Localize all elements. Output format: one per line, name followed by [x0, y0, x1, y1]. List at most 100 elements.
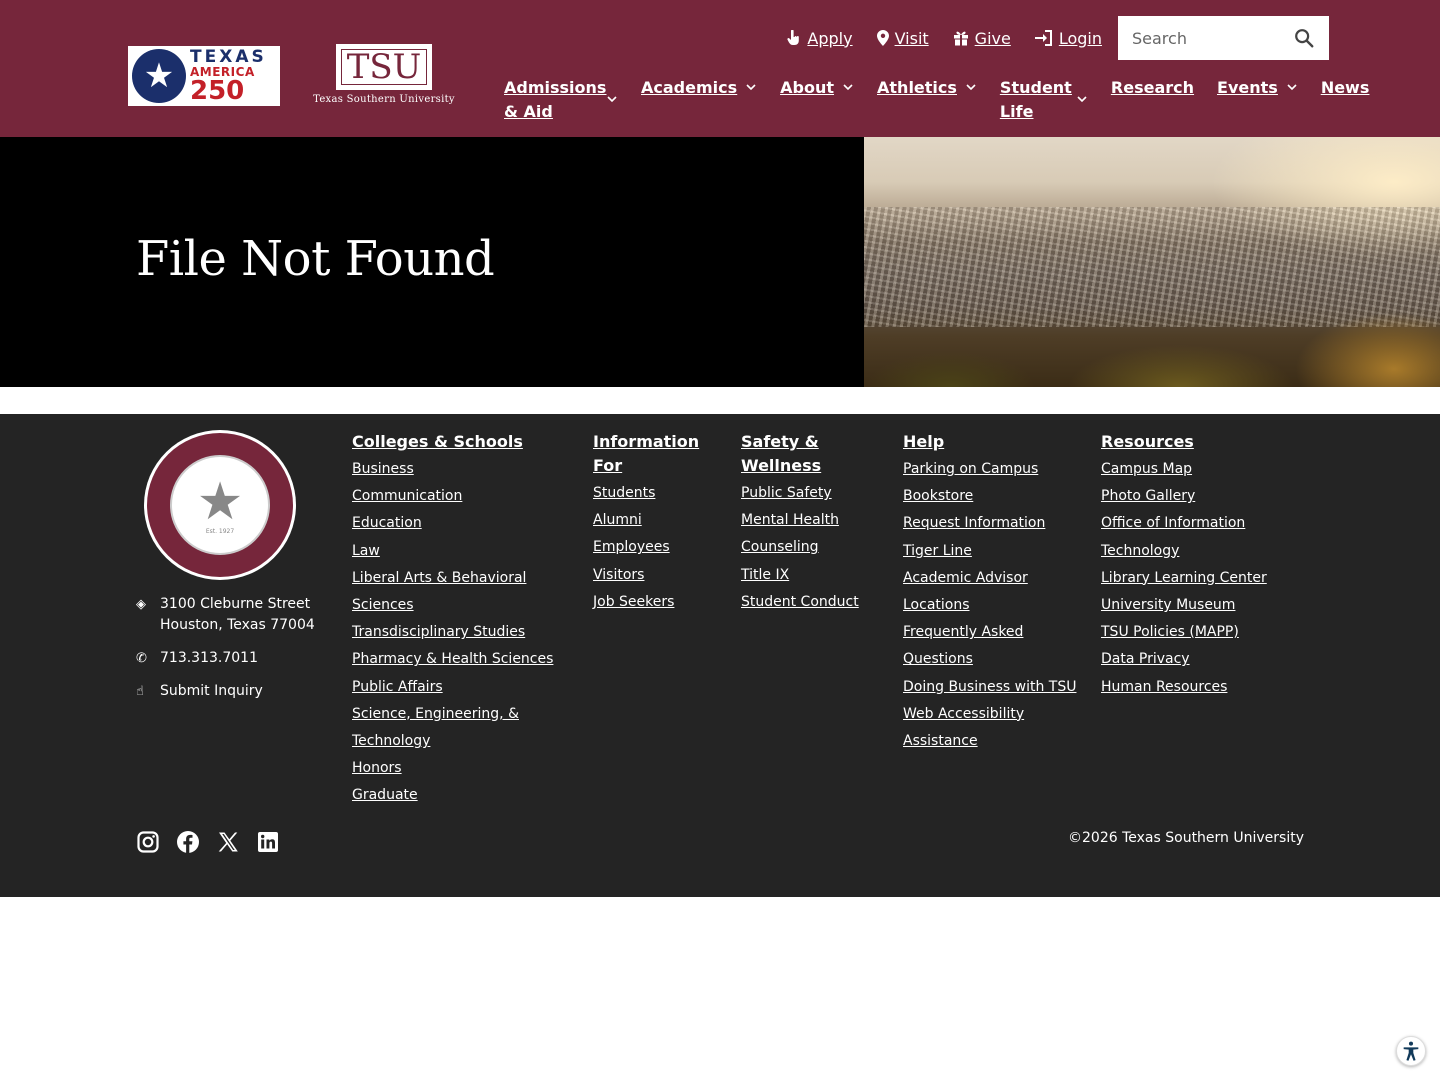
footer-link[interactable]: Pharmacy & Health Sciences [352, 651, 553, 667]
nav-events[interactable]: Events [1217, 76, 1298, 100]
footer-link[interactable]: Job Seekers [593, 594, 674, 610]
login-link[interactable]: Login [1034, 28, 1102, 48]
footer-col-heading[interactable]: Resources [1101, 430, 1291, 454]
footer-link[interactable]: Technology [1101, 543, 1179, 559]
address: ◈ 3100 Cleburne Street Houston, Texas 77… [136, 594, 315, 636]
footer-link[interactable]: Science, Engineering, & [352, 706, 519, 722]
tsu-logo[interactable]: TSU Texas Southern University [296, 44, 472, 108]
visit-label: Visit [894, 28, 929, 48]
footer-link[interactable]: Alumni [593, 512, 642, 528]
search-icon[interactable] [1293, 27, 1315, 49]
footer-link[interactable]: Employees [593, 539, 670, 555]
footer-col-heading[interactable]: Help [903, 430, 1083, 454]
footer-link[interactable]: Technology [352, 733, 430, 749]
nav-academics[interactable]: Academics [641, 76, 757, 100]
nav-about[interactable]: About [780, 76, 854, 100]
visit-link[interactable]: Visit [876, 28, 929, 48]
search-box [1118, 16, 1329, 60]
instagram-icon[interactable] [136, 830, 160, 854]
footer-link[interactable]: Public Affairs [352, 679, 443, 695]
texas-america-250-logo[interactable]: ★ TEXAS AMERICA 250 [128, 46, 280, 106]
nav-label: Events [1217, 78, 1278, 97]
footer-col-resources: Resources Campus Map Photo Gallery Offic… [1101, 430, 1291, 701]
social-links [136, 830, 280, 854]
footer-link[interactable]: Business [352, 461, 414, 477]
footer-link[interactable]: Web Accessibility [903, 706, 1024, 722]
nav-athletics[interactable]: Athletics [877, 76, 977, 100]
nav-admissions-aid[interactable]: Admissions & Aid [504, 76, 618, 124]
search-input[interactable] [1132, 28, 1282, 48]
footer-col-heading[interactable]: Colleges & Schools [352, 430, 582, 454]
footer-link[interactable]: Graduate [352, 787, 418, 803]
footer-link[interactable]: TSU Policies (MAPP) [1101, 624, 1239, 640]
footer-link[interactable]: Locations [903, 597, 970, 613]
footer-link[interactable]: Questions [903, 651, 973, 667]
footer-link[interactable]: Assistance [903, 733, 978, 749]
footer-link[interactable]: Law [352, 543, 380, 559]
chevron-down-icon [746, 84, 756, 91]
nav-research[interactable]: Research [1111, 76, 1194, 100]
give-link[interactable]: Give [953, 29, 1011, 48]
pointer-hand-icon: ☝ [136, 684, 144, 699]
nav-label: News [1320, 78, 1370, 97]
footer-link[interactable]: Mental Health [741, 512, 839, 528]
submit-inquiry[interactable]: ☝ Submit Inquiry [136, 681, 315, 702]
footer-link[interactable]: Bookstore [903, 488, 973, 504]
footer-link[interactable]: Visitors [593, 567, 644, 583]
utility-nav: Apply Visit Give Login [787, 26, 1102, 50]
footer-link[interactable]: Communication [352, 488, 462, 504]
footer-link[interactable]: University Museum [1101, 597, 1235, 613]
login-label: Login [1058, 28, 1102, 48]
footer-link[interactable]: Doing Business with TSU [903, 679, 1076, 695]
footer-col-safety-wellness: Safety & Wellness Public Safety Mental H… [741, 430, 871, 616]
footer-link[interactable]: Data Privacy [1101, 651, 1190, 667]
star-icon: ★ [132, 49, 186, 103]
site-footer: ★ Est. 1927 ◈ 3100 Cleburne Street Houst… [0, 414, 1440, 897]
facebook-icon[interactable] [176, 830, 200, 854]
footer-col-heading[interactable]: Safety & Wellness [741, 430, 871, 478]
footer-col-heading[interactable]: Information For [593, 430, 713, 478]
footer-link[interactable]: Liberal Arts & Behavioral Sciences [352, 570, 526, 613]
footer-link[interactable]: Honors [352, 760, 402, 776]
phone[interactable]: ✆ 713.313.7011 [136, 648, 315, 669]
chevron-down-icon [843, 84, 853, 91]
footer-link[interactable]: Student Conduct [741, 594, 859, 610]
hero-banner: File Not Found [0, 137, 1440, 387]
nav-student-life[interactable]: Student Life [1000, 76, 1088, 124]
pointer-hand-icon [787, 30, 800, 45]
x-twitter-icon[interactable] [216, 830, 240, 854]
footer-col-information-for: Information For Students Alumni Employee… [593, 430, 713, 616]
footer-link[interactable]: Campus Map [1101, 461, 1192, 477]
footer-link[interactable]: Academic Advisor [903, 570, 1028, 586]
phone-number[interactable]: 713.313.7011 [160, 648, 258, 669]
footer-link[interactable]: Tiger Line [903, 543, 972, 559]
nav-news[interactable]: News [1321, 76, 1370, 100]
footer-link[interactable]: Public Safety [741, 485, 832, 501]
gift-icon [953, 31, 968, 46]
chevron-down-icon [1287, 84, 1297, 91]
footer-link[interactable]: Office of Information [1101, 515, 1245, 531]
footer-link[interactable]: Frequently Asked [903, 624, 1023, 640]
linkedin-icon[interactable] [256, 830, 280, 854]
city-skyline-image [864, 137, 1440, 387]
nav-label: Athletics [877, 78, 957, 97]
footer-link[interactable]: Education [352, 515, 422, 531]
footer-link[interactable]: Human Resources [1101, 679, 1227, 695]
footer-link[interactable]: Library Learning Center [1101, 570, 1267, 586]
apply-link[interactable]: Apply [787, 29, 853, 48]
site-header: ★ TEXAS AMERICA 250 TSU Texas Southern U… [0, 0, 1440, 137]
footer-link[interactable]: Request Information [903, 515, 1045, 531]
logo-250-line3: 250 [190, 75, 245, 106]
footer-link[interactable]: Title IX [741, 567, 789, 583]
logo-250-line1: TEXAS [190, 46, 267, 67]
sign-in-icon [1034, 30, 1052, 46]
address-line2: Houston, Texas 77004 [160, 617, 315, 633]
footer-link[interactable]: Photo Gallery [1101, 488, 1195, 504]
submit-inquiry-label[interactable]: Submit Inquiry [160, 681, 263, 702]
accessibility-icon[interactable] [1396, 1036, 1426, 1066]
directions-icon: ◈ [136, 597, 146, 612]
footer-link[interactable]: Parking on Campus [903, 461, 1038, 477]
footer-link[interactable]: Students [593, 485, 655, 501]
footer-link[interactable]: Transdisciplinary Studies [352, 624, 525, 640]
footer-link[interactable]: Counseling [741, 539, 819, 555]
